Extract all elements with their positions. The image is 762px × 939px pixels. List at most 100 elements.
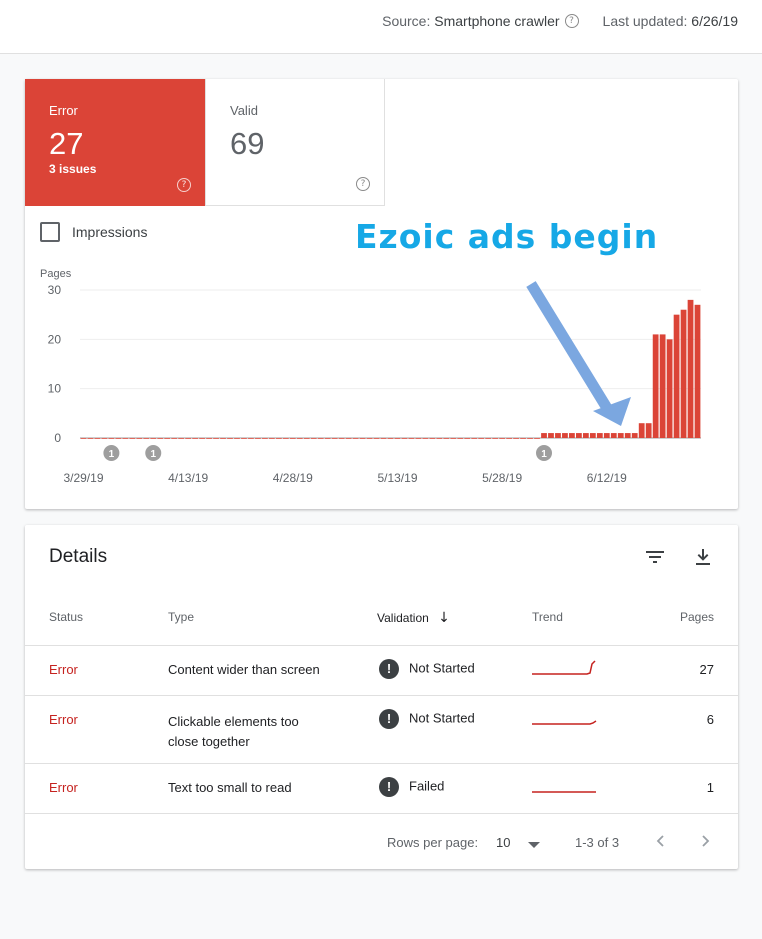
chart-bar[interactable] (429, 438, 436, 439)
chart-bar[interactable] (408, 438, 415, 439)
chart-bar[interactable] (282, 438, 289, 439)
annotation-marker[interactable]: 1 (536, 445, 553, 461)
chart-bar[interactable] (262, 438, 268, 439)
chart-bar[interactable] (422, 438, 429, 439)
chart-bar[interactable] (157, 438, 164, 439)
annotation-marker[interactable]: 1 (145, 445, 162, 461)
chart-bar[interactable] (380, 438, 387, 439)
chart-bar[interactable] (631, 433, 638, 438)
rows-per-page-select[interactable]: 10 (496, 835, 541, 850)
chart-bar[interactable] (548, 433, 554, 438)
chart-bar[interactable] (680, 309, 687, 438)
column-header-status[interactable]: Status (49, 610, 83, 624)
chart-bar[interactable] (401, 438, 408, 439)
chart-bar[interactable] (499, 438, 506, 439)
chart-bar[interactable] (289, 438, 296, 439)
chart-bar[interactable] (457, 438, 464, 439)
chart-bar[interactable] (443, 438, 450, 439)
chart-bar[interactable] (415, 438, 422, 439)
help-icon[interactable]: ? (564, 14, 579, 28)
chart-bar[interactable] (492, 438, 499, 439)
chart-bar[interactable] (373, 438, 380, 439)
chart-bar[interactable] (213, 438, 219, 439)
chart-bar[interactable] (387, 438, 394, 439)
column-header-pages[interactable]: Pages (680, 610, 714, 624)
chart-bar[interactable] (338, 438, 345, 439)
chart-bar[interactable] (206, 438, 212, 439)
chart-bar[interactable] (610, 433, 617, 438)
table-row[interactable]: Error Content wider than screen ! Not Sta… (25, 645, 738, 696)
chart-bar[interactable] (115, 438, 122, 439)
chart-bar[interactable] (241, 438, 247, 439)
chart-bar[interactable] (248, 438, 254, 439)
chevron-left-icon[interactable] (653, 832, 669, 850)
chart-bar[interactable] (171, 438, 178, 439)
chart-bar[interactable] (534, 438, 540, 439)
chart-bar[interactable] (520, 438, 526, 439)
chart-bar[interactable] (255, 438, 261, 439)
chart-bar[interactable] (317, 438, 324, 439)
chart-bar[interactable] (582, 433, 589, 438)
chart-bar[interactable] (506, 438, 513, 439)
chart-bar[interactable] (659, 334, 666, 438)
column-header-type[interactable]: Type (168, 610, 194, 624)
chart-bar[interactable] (478, 438, 485, 439)
chart-bar[interactable] (450, 438, 457, 439)
annotation-marker[interactable]: 1 (103, 445, 120, 461)
chart-bar[interactable] (555, 433, 561, 438)
chart-bar[interactable] (108, 438, 115, 439)
chart-bar[interactable] (366, 438, 373, 439)
chevron-right-icon[interactable] (697, 832, 713, 850)
chart-bar[interactable] (624, 433, 631, 438)
chart-bar[interactable] (303, 438, 310, 439)
chart-bar[interactable] (324, 438, 331, 439)
chart-bar[interactable] (464, 438, 471, 439)
chart-bar[interactable] (268, 438, 275, 439)
chart-bar[interactable] (220, 438, 226, 439)
chart-bar[interactable] (199, 438, 205, 439)
chart-bar[interactable] (617, 433, 624, 438)
chart-bar[interactable] (227, 438, 233, 439)
chart-bar[interactable] (485, 438, 492, 439)
chart-bar[interactable] (234, 438, 240, 439)
chart-bar[interactable] (122, 438, 129, 439)
chart-bar[interactable] (596, 433, 603, 438)
chart-bar[interactable] (150, 438, 157, 439)
chart-bar[interactable] (359, 438, 366, 439)
table-row[interactable]: Error Text too small to read ! Failed 1 (25, 763, 738, 814)
chart-bar[interactable] (352, 438, 359, 439)
chart-bar[interactable] (638, 423, 645, 438)
chart-bar[interactable] (310, 438, 317, 439)
chart-bar[interactable] (275, 438, 282, 439)
chart-bar[interactable] (652, 334, 659, 438)
chart-bar[interactable] (603, 433, 610, 438)
chart-bar[interactable] (101, 438, 108, 439)
chart-bar[interactable] (394, 438, 401, 439)
chart-bar[interactable] (345, 438, 352, 439)
chart-bar[interactable] (185, 438, 192, 439)
chart-bar[interactable] (296, 438, 303, 439)
chart-bar[interactable] (80, 438, 87, 439)
column-header-validation[interactable]: Validation ↓ (377, 610, 450, 626)
chart-bar[interactable] (164, 438, 171, 439)
chart-bar[interactable] (666, 339, 673, 438)
chart-bar[interactable] (143, 438, 150, 439)
chart-bar[interactable] (562, 433, 568, 438)
chart-bar[interactable] (192, 438, 199, 439)
chart-bar[interactable] (687, 299, 694, 438)
chart-bar[interactable] (331, 438, 338, 439)
chart-bar[interactable] (527, 438, 533, 439)
chart-bar[interactable] (513, 438, 519, 439)
chart-bar[interactable] (94, 438, 101, 439)
chart-bar[interactable] (694, 304, 701, 438)
chart-bar[interactable] (673, 314, 680, 438)
chart-bar[interactable] (178, 438, 185, 439)
chart-bar[interactable] (576, 433, 582, 438)
chart-bar[interactable] (471, 438, 478, 439)
chart-bar[interactable] (136, 438, 143, 439)
chart-bar[interactable] (436, 438, 443, 439)
filter-icon[interactable] (643, 545, 667, 569)
table-row[interactable]: Error Clickable elements too close toget… (25, 695, 738, 764)
download-icon[interactable] (691, 545, 715, 569)
chart-bar[interactable] (569, 433, 575, 438)
